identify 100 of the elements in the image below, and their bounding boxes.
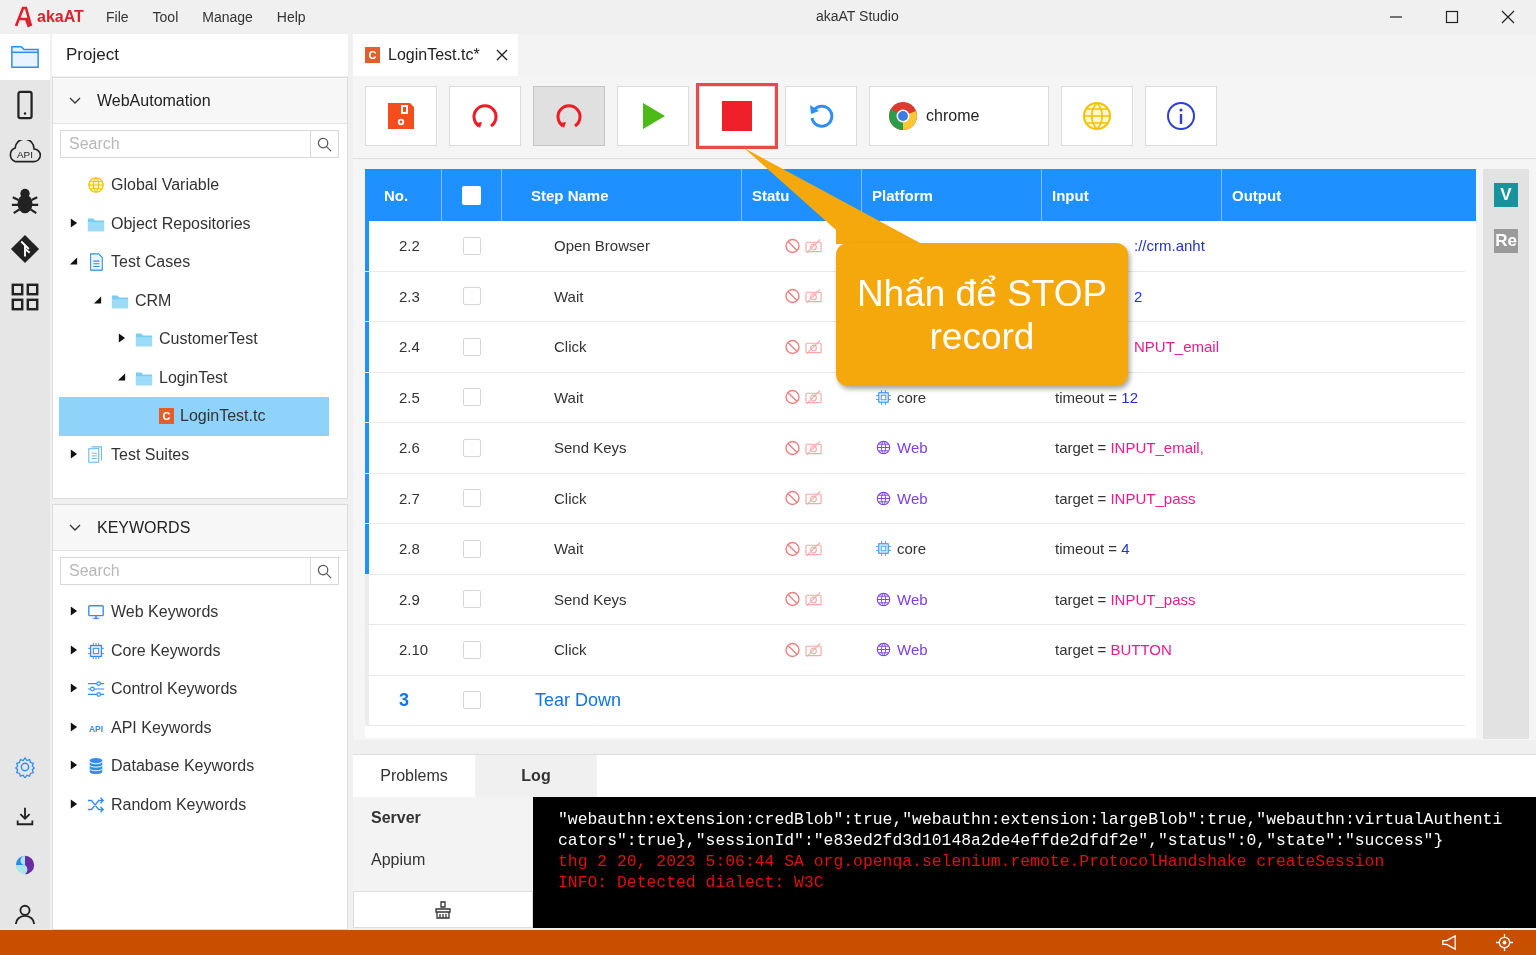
tree-item[interactable]: Random Keywords [59,785,329,824]
monitor-icon [87,603,105,622]
step-number: 2.7 [398,489,420,507]
log-source-item[interactable]: Appium [353,839,533,881]
row-checkbox[interactable] [463,236,481,255]
log-source-item[interactable]: Server [353,797,533,839]
row-checkbox[interactable] [463,489,481,508]
tree-item[interactable]: C LoginTest.tc [59,397,329,436]
caret-icon[interactable] [117,333,126,344]
floppy-icon [386,100,416,131]
input-value: target = INPUT_pass [1055,489,1196,507]
target-icon[interactable] [1496,934,1513,951]
step-name: Click [554,641,587,659]
caret-icon[interactable] [69,448,78,459]
record-button[interactable] [533,85,605,146]
close-icon[interactable] [495,49,508,61]
step-name: Send Keys [554,590,627,608]
caret-icon[interactable] [69,217,78,228]
search-button[interactable] [311,557,339,585]
tree-item[interactable]: Web Keywords [59,593,329,632]
panel-title: Project [66,45,119,65]
section-header[interactable]: WebAutomation [53,78,347,124]
tree-item[interactable]: CustomerTest [59,320,329,359]
caret-icon[interactable] [117,371,126,382]
search-field[interactable]: Search [60,130,311,158]
row-checkbox[interactable] [463,590,481,609]
caret-icon[interactable] [69,683,78,694]
side-tab[interactable]: V [1494,183,1518,207]
record-button[interactable] [449,85,521,146]
user-icon[interactable] [14,903,36,925]
platform-label: core [897,388,927,406]
header-checkbox[interactable] [462,185,481,205]
documents-icon [87,445,105,464]
column-header: Output [1231,185,1283,206]
section-title: WebAutomation [97,91,211,110]
menu-item[interactable]: Tool [152,9,179,25]
tab-label: LoginTest.tc* [388,46,480,64]
step-number: 2.6 [398,439,420,457]
row-checkbox[interactable] [463,438,481,457]
disabled-icon [784,288,801,305]
step-name: Send Keys [554,439,627,457]
globe-icon [876,490,891,506]
section-header[interactable]: KEYWORDS [53,505,347,551]
row-checkbox[interactable] [463,539,481,558]
row-checkbox[interactable] [463,337,481,356]
megaphone-icon[interactable] [1441,934,1458,951]
stop-button[interactable] [699,85,775,146]
circle-logo-icon[interactable] [14,854,36,876]
tree-item[interactable]: Object Repositories [59,204,329,243]
caret-icon[interactable] [69,721,78,732]
input-value: 2 [1134,287,1143,305]
column-header: Step Name [502,169,742,221]
camera-off-icon [805,641,822,658]
info-button[interactable] [1145,85,1217,146]
save-button[interactable] [365,85,437,146]
document-icon [87,253,105,272]
menu-item[interactable]: Manage [202,9,253,25]
settings-icon[interactable] [14,756,36,778]
caret-icon[interactable] [93,294,102,305]
row-checkbox[interactable] [463,388,481,407]
caret-icon[interactable] [69,256,78,267]
tree-item[interactable]: Test Cases [59,243,329,282]
tree-item[interactable]: LoginTest [59,358,329,397]
download-icon[interactable] [14,805,36,827]
maximize-icon[interactable] [1445,10,1459,24]
row-checkbox[interactable] [463,287,481,306]
tree-item[interactable]: Database Keywords [59,747,329,786]
search-button[interactable] [311,130,339,158]
tree-item[interactable]: CRM [59,281,329,320]
search-icon [317,563,332,579]
platform-label: Web [897,489,928,507]
tree-item[interactable]: API API Keywords [59,708,329,747]
panel-tab[interactable]: Log [475,755,597,797]
bug-icon [10,186,40,216]
camera-off-icon [805,338,822,355]
tree-item[interactable]: Test Suites [59,435,329,474]
step-number: 2.9 [398,590,420,608]
caret-icon[interactable] [69,606,78,617]
search-icon [317,136,332,152]
tree-item[interactable]: Global Variable [59,166,329,205]
activity-bar-item[interactable]: API [0,130,50,176]
row-checkbox[interactable] [463,691,481,710]
caret-icon[interactable] [69,644,78,655]
tree-item[interactable]: Core Keywords [59,631,329,670]
input-value: timeout = 4 [1055,540,1130,558]
undo-button[interactable] [785,85,857,146]
search-field[interactable]: Search [60,557,311,585]
tree-item[interactable]: Control Keywords [59,670,329,709]
clear-button[interactable] [353,891,533,928]
menu-item[interactable]: Help [276,9,306,25]
window-title: akaAT Studio [816,8,899,24]
menu-item[interactable]: File [106,9,129,25]
browser-button[interactable]: chrome [869,85,1049,146]
close-icon[interactable] [1501,10,1515,24]
log-line: thg 2 20, 2023 5:06:44 SA org.openqa.selenium.remote.ProtocolHandshake createSession [558,851,1386,872]
row-checkbox[interactable] [463,640,481,659]
step-name: Wait [554,540,584,558]
caret-icon[interactable] [69,760,78,771]
editor-tab[interactable]: C LoginTest.tc* [353,34,518,76]
caret-icon[interactable] [69,798,78,809]
